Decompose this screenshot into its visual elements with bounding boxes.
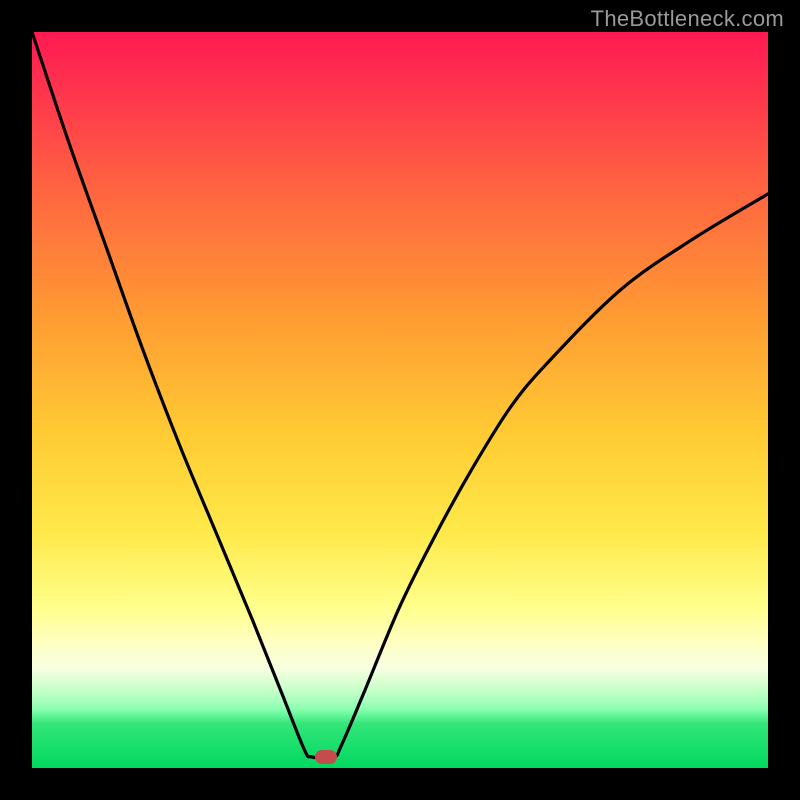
chart-frame: TheBottleneck.com: [0, 0, 800, 800]
watermark-text: TheBottleneck.com: [591, 6, 784, 32]
bottleneck-curve-path: [32, 32, 768, 758]
chart-plot-area: [32, 32, 768, 768]
bottleneck-marker: [315, 750, 337, 764]
chart-curve-svg: [32, 32, 768, 768]
